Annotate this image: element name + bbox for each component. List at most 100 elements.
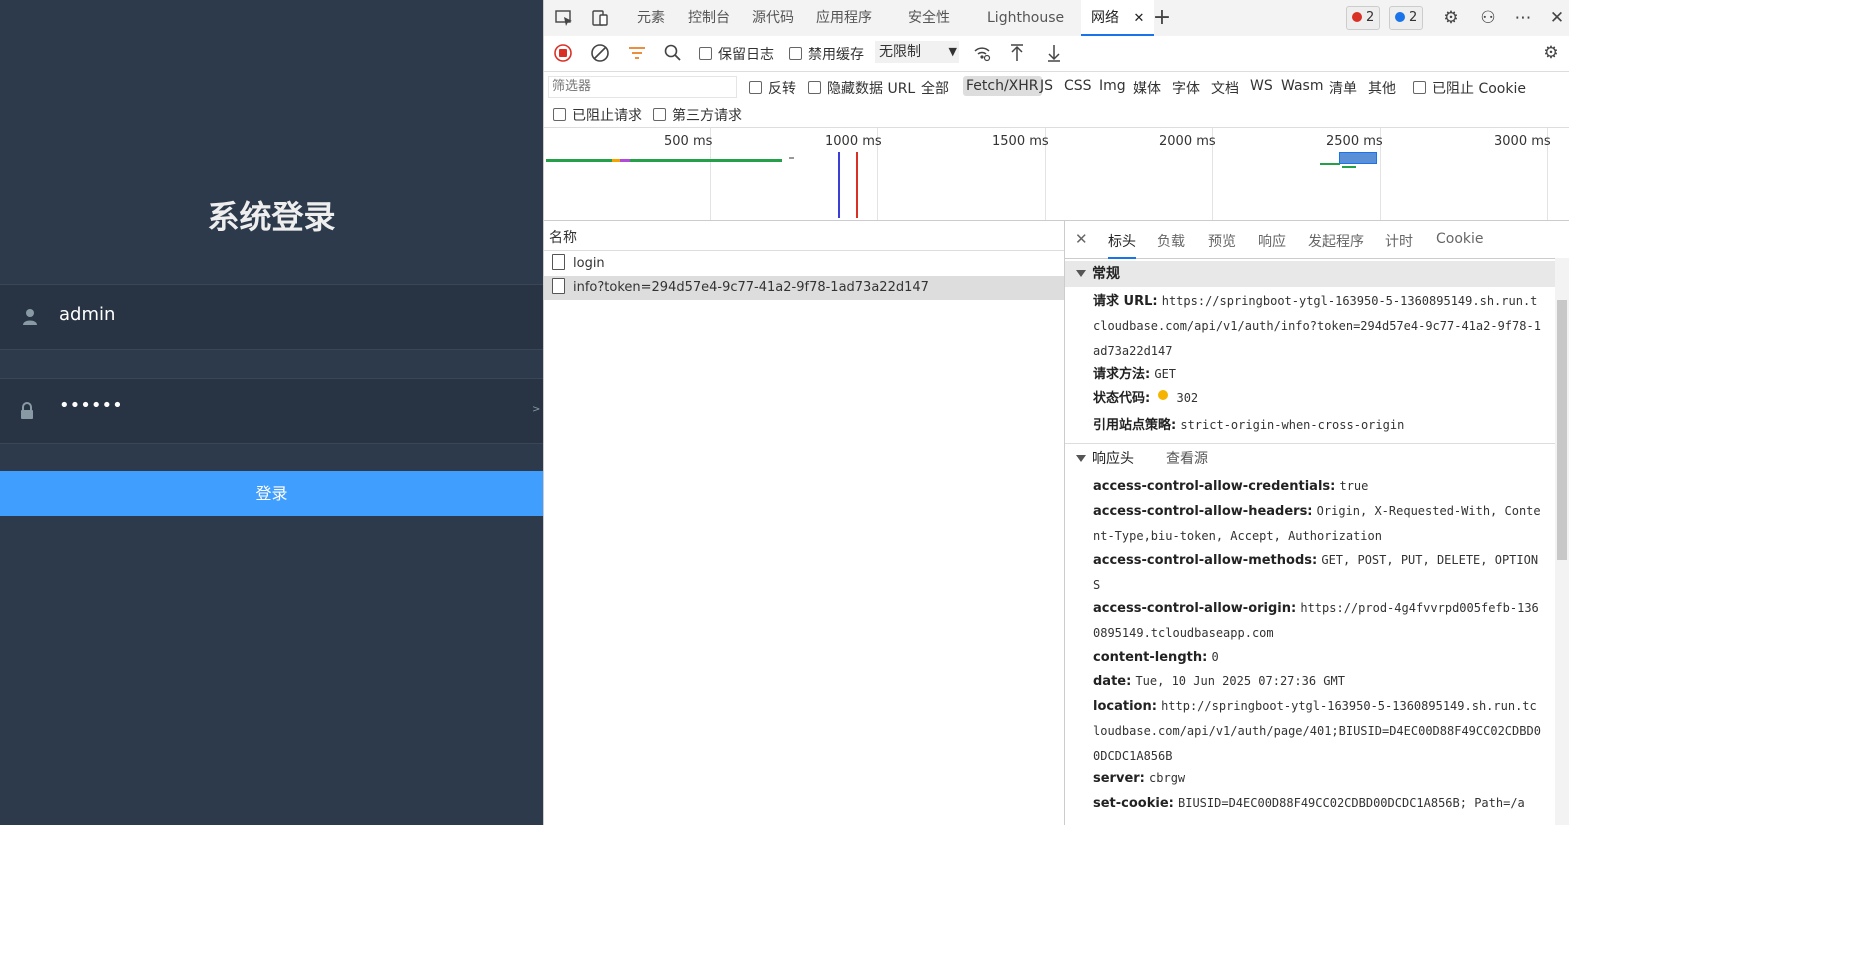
filter-input[interactable]: 筛选器 [548,76,737,98]
tab-elements[interactable]: 元素 [637,0,665,36]
username-input[interactable]: admin [59,304,115,325]
filter-wasm[interactable]: Wasm [1281,78,1323,94]
view-source-link[interactable]: 查看源 [1166,446,1208,472]
document-icon [552,254,565,270]
inspect-element-icon[interactable] [554,8,574,28]
error-count-badge[interactable]: 2 [1346,6,1381,30]
record-stop-icon[interactable] [553,43,573,63]
third-party-checkbox[interactable]: 第三方请求 [653,105,742,125]
hide-data-urls-checkbox[interactable]: 隐藏数据 URL [808,78,915,98]
import-har-icon[interactable] [1007,43,1027,63]
general-section-header[interactable]: 常规 [1065,261,1555,287]
filter-doc[interactable]: 文档 [1211,78,1239,98]
response-header-row: server: cbrgw [1093,771,1186,786]
more-options-icon[interactable]: ⋯ [1513,8,1533,28]
password-input[interactable]: •••••• [59,395,123,416]
request-detail-panel: ✕ 标头 负载 预览 响应 发起程序 计时 Cookie 常规 请求 URL: … [1065,221,1569,825]
detail-tabbar: ✕ 标头 负载 预览 响应 发起程序 计时 Cookie [1065,221,1569,259]
response-header-row: set-cookie: BIUSID=D4EC00D88F49CC02CDBD0… [1093,796,1525,811]
network-overview-timeline[interactable]: 500 ms 1000 ms 1500 ms 2000 ms 2500 ms 3… [544,128,1569,221]
timeline-label: 2000 ms [1159,134,1216,149]
eye-icon[interactable]: > [532,404,540,415]
login-button[interactable]: 登录 [0,471,543,516]
tab-network[interactable]: 网络 ✕ [1081,0,1155,36]
scrollbar-thumb[interactable] [1557,300,1567,560]
filter-js[interactable]: JS [1040,78,1053,94]
response-header-row: location: http://springboot-ytgl-163950-… [1093,699,1541,763]
general-request-url: 请求 URL: https://springboot-ytgl-163950-5… [1093,294,1541,358]
login-panel: 系统登录 admin •••••• > 登录 [0,0,543,825]
tab-payload[interactable]: 负载 [1157,231,1185,251]
general-status-code: 状态代码: 302 [1093,390,1199,406]
response-header-row: content-length: 0 [1093,650,1219,665]
search-icon[interactable] [663,43,683,63]
export-har-icon[interactable] [1044,43,1064,63]
timeline-label: 3000 ms [1494,134,1551,149]
request-row-login[interactable]: login [544,252,1064,276]
network-conditions-icon[interactable] [972,43,992,63]
close-devtools-icon[interactable]: ✕ [1547,8,1567,28]
domcontentloaded-marker [838,152,840,218]
filter-img[interactable]: Img [1099,78,1126,94]
network-settings-icon[interactable]: ⚙ [1541,43,1561,63]
filter-css[interactable]: CSS [1064,78,1092,94]
tab-application[interactable]: 应用程序 [816,0,872,36]
tab-console[interactable]: 控制台 [688,0,730,36]
timeline-bar [1320,163,1340,165]
invert-checkbox[interactable]: 反转 [749,78,796,98]
clear-icon[interactable] [590,43,610,63]
column-name-header[interactable]: 名称 [549,227,577,247]
message-icon [1395,12,1405,22]
divider [1065,443,1555,444]
response-headers-section-header[interactable]: 响应头 查看源 [1065,446,1555,472]
filter-fetch-xhr[interactable]: Fetch/XHR [963,76,1042,96]
response-header-row: access-control-allow-origin: https://pro… [1093,601,1539,640]
message-count-badge[interactable]: 2 [1389,6,1424,30]
password-field[interactable]: •••••• [0,378,543,444]
devtools-panel: 元素 控制台 源代码 应用程序 安全性 Lighthouse 网络 ✕ + 2 … [543,0,1569,825]
tab-lighthouse[interactable]: Lighthouse [987,0,1064,36]
settings-gear-icon[interactable]: ⚙ [1441,8,1461,28]
tab-response[interactable]: 响应 [1258,231,1286,251]
customize-icon[interactable]: ⚇ [1478,8,1498,28]
request-row-info[interactable]: info?token=294d57e4-9c77-41a2-9f78-1ad73… [544,276,1064,300]
tab-initiator[interactable]: 发起程序 [1308,231,1364,251]
close-detail-icon[interactable]: ✕ [1075,230,1088,248]
timeline-bar [1342,166,1356,168]
filter-all[interactable]: 全部 [921,78,949,98]
tab-headers[interactable]: 标头 [1108,231,1136,259]
timeline-label: 1000 ms [825,134,882,149]
filter-icon[interactable] [627,43,647,63]
timeline-bar [789,157,794,159]
username-field[interactable]: admin [0,284,543,350]
timeline-label: 500 ms [664,134,713,149]
collapse-triangle-icon [1076,270,1086,277]
timeline-selection[interactable] [1339,152,1377,164]
error-count: 2 [1366,10,1375,25]
blocked-cookies-checkbox[interactable]: 已阻止 Cookie [1413,78,1526,98]
filter-media[interactable]: 媒体 [1133,78,1161,98]
message-count: 2 [1409,10,1418,25]
blocked-requests-checkbox[interactable]: 已阻止请求 [553,105,642,125]
tab-preview[interactable]: 预览 [1208,231,1236,251]
filter-ws[interactable]: WS [1250,78,1273,94]
tab-sources[interactable]: 源代码 [752,0,794,36]
tab-security[interactable]: 安全性 [908,0,950,36]
filter-font[interactable]: 字体 [1172,78,1200,98]
filter-manifest[interactable]: 清单 [1329,78,1357,98]
error-icon [1352,12,1362,22]
response-header-row: date: Tue, 10 Jun 2025 07:27:36 GMT [1093,674,1345,689]
response-header-row: access-control-allow-methods: GET, POST,… [1093,553,1539,592]
tab-timing[interactable]: 计时 [1385,231,1413,251]
tab-cookies[interactable]: Cookie [1436,231,1484,247]
detail-scrollbar[interactable] [1555,258,1569,825]
filter-other[interactable]: 其他 [1368,78,1396,98]
throttle-select[interactable]: 无限制 ▼ [875,41,959,63]
device-toolbar-icon[interactable] [590,8,610,28]
more-tabs-plus-icon[interactable]: + [1152,7,1172,29]
disable-cache-checkbox[interactable]: 禁用缓存 [789,44,864,64]
preserve-log-checkbox[interactable]: 保留日志 [699,44,774,64]
response-header-row: access-control-allow-headers: Origin, X-… [1093,504,1541,543]
close-tab-icon[interactable]: ✕ [1133,11,1144,26]
collapse-triangle-icon [1076,455,1086,462]
